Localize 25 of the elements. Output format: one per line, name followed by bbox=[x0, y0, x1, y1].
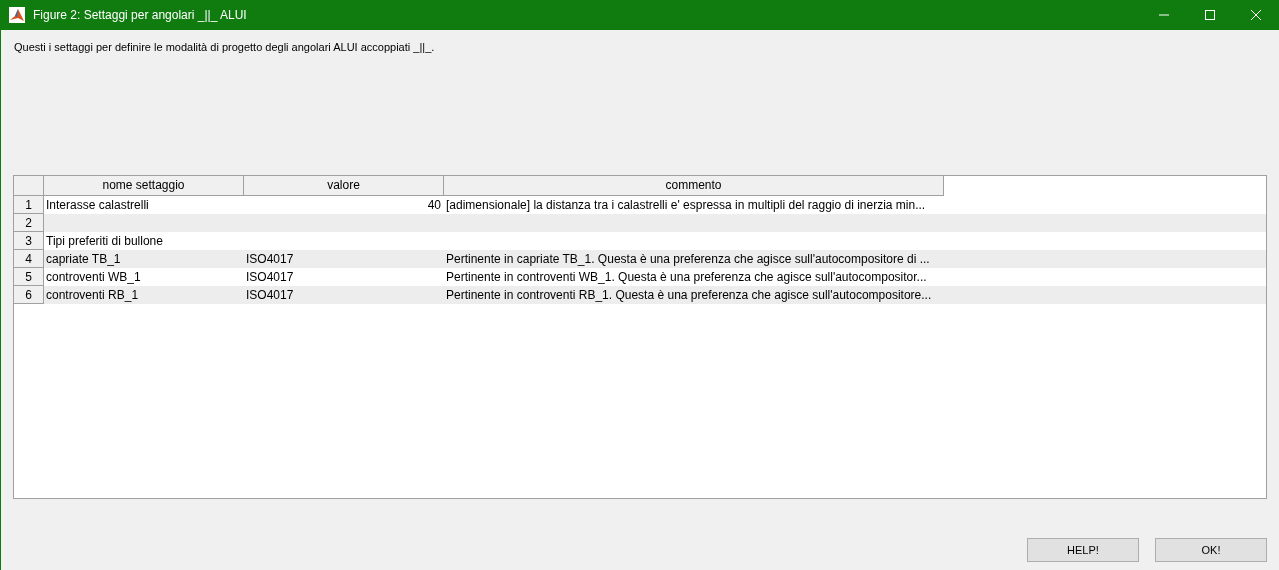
table-cell-text: Pertinente in controventi WB_1. Questa è una preferenza che agisce sull'autocompositor... bbox=[445, 269, 928, 286]
dialog-button[interactable]: OK! bbox=[1155, 538, 1267, 562]
row-header: 1 bbox=[14, 196, 44, 214]
row-header: 2 bbox=[14, 214, 44, 232]
row-header: 6 bbox=[14, 286, 44, 304]
column-header[interactable]: commento bbox=[444, 176, 944, 196]
table-cell-text: Pertinente in controventi RB_1. Questa è una preferenza che agisce sull'autocompositore... bbox=[445, 287, 933, 304]
column-header[interactable]: valore bbox=[244, 176, 444, 196]
column-header[interactable]: nome settaggio bbox=[44, 176, 244, 196]
table-row[interactable]: 2 bbox=[14, 214, 1266, 232]
table-cell-text: [adimensionale] la distanza tra i calastrelli e' espressa in multipli del raggio di inerzia min... bbox=[445, 197, 927, 214]
close-icon[interactable] bbox=[1251, 10, 1261, 20]
table-cell: ISO4017 bbox=[244, 286, 444, 304]
row-header: 5 bbox=[14, 268, 44, 286]
table-row[interactable]: 4 capriate TB_1 ISO4017 Pertinente in capriate TB_1. Questa è una preferenza che agisce sull'autocompositore di ... bbox=[14, 250, 1266, 268]
description-text: Questi i settaggi per definire le modalità di progetto degli angolari ALUI accoppiati _||_. bbox=[14, 41, 436, 55]
dialog-button[interactable]: HELP! bbox=[1027, 538, 1139, 562]
window-title: Figure 2: Settaggi per angolari _||_ ALUI bbox=[33, 8, 248, 22]
table-cell: controventi RB_1 bbox=[44, 286, 244, 304]
maximize-icon[interactable] bbox=[1205, 10, 1215, 20]
table-row[interactable]: 6 controventi RB_1 ISO4017 Pertinente in controventi RB_1. Questa è una preferenza che agisce sull'autocompositore... bbox=[14, 286, 1266, 304]
app-icon bbox=[9, 7, 25, 23]
row-header: 4 bbox=[14, 250, 44, 268]
table-cell-text: Pertinente in capriate TB_1. Questa è una preferenza che agisce sull'autocompositore di ... bbox=[445, 251, 931, 268]
row-header: 3 bbox=[14, 232, 44, 250]
